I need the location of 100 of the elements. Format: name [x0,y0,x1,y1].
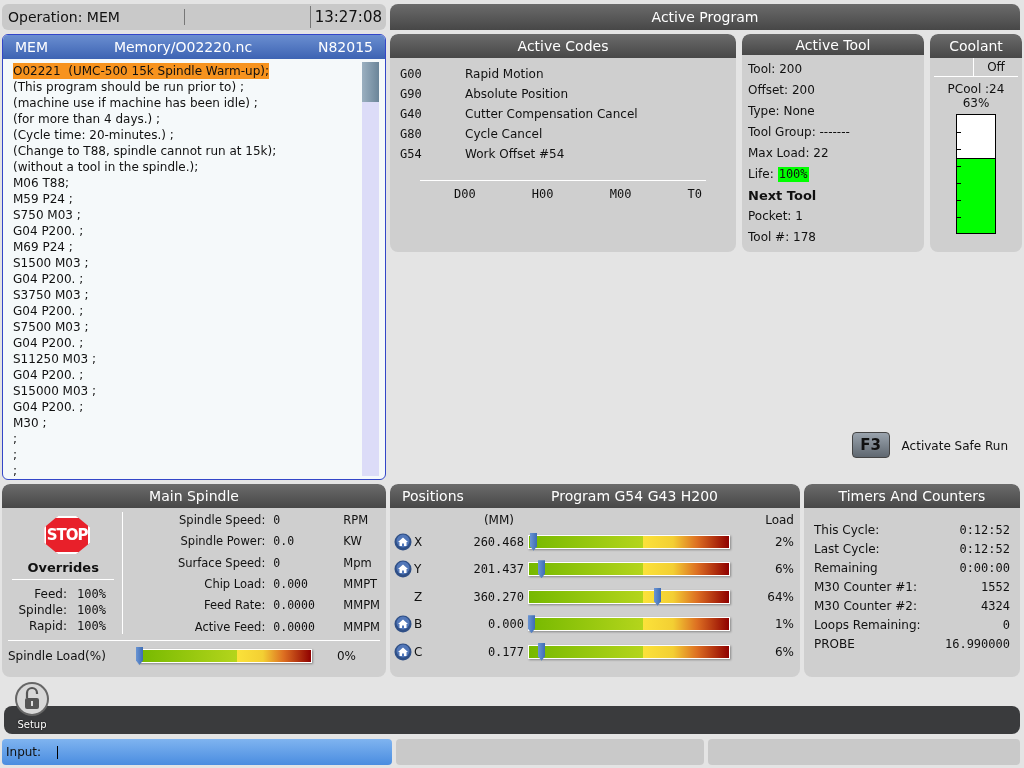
safe-run-label: Activate Safe Run [901,438,1008,456]
scrollbar[interactable] [362,62,379,477]
panel-title: Main Spindle [2,484,386,509]
program-line[interactable]: ; [13,431,18,447]
override-value: 100% [76,586,106,603]
spindle-load-label: Spindle Load(%) [8,649,107,664]
program-line[interactable]: (machine use if machine has been idle) ; [13,95,258,111]
reading-label: Feed Rate: [202,597,266,615]
code-description: Absolute Position [465,86,569,102]
program-line[interactable]: G04 P200. ; [13,271,84,287]
padlock-icon[interactable] [14,681,50,718]
reading-label: Spindle Power: [179,533,266,551]
panel-title: Active Codes [390,34,736,58]
axis-load: 6% [773,562,794,577]
home-icon[interactable] [394,615,412,634]
spindle-load-reading: 0% [336,649,357,664]
axis-label: Y [414,562,423,577]
g-code: G54 [400,146,423,162]
axis-label: B [414,617,424,632]
reading-value: 0.0000 [273,597,316,615]
timer-value: 0:12:52 [958,541,1010,558]
code-description: Work Offset #54 [465,146,566,162]
tool-info: Tool Group: ------- [748,124,851,141]
code-value: H00 [531,187,554,201]
reading-value: 0 [273,512,282,530]
program-line[interactable]: S15000 M03 ; [13,383,97,399]
code-value: T0 [687,187,702,201]
tool-info: Tool #: 178 [748,229,817,246]
home-icon[interactable] [394,532,412,551]
home-icon[interactable] [394,560,412,579]
reading-unit: KW [343,533,363,551]
line-number: N82015 [317,39,373,55]
timer-label: Remaining [814,560,879,577]
program-line[interactable]: G04 P200. ; [13,223,84,239]
timer-value: 16.990000 [944,636,1010,653]
timer-value: 0:00:00 [958,560,1010,577]
home-icon[interactable] [394,642,412,661]
program-line[interactable]: M06 T88; [13,175,70,191]
program-line[interactable]: (for more than 4 days.) ; [13,111,161,127]
program-line[interactable]: G04 P200. ; [13,335,84,351]
program-line[interactable]: M30 ; [13,415,47,431]
timer-value: 0:12:52 [958,522,1010,539]
program-line[interactable]: M69 P24 ; [13,239,73,255]
program-line[interactable]: S7500 M03 ; [13,319,89,335]
override-label: Feed: [33,586,67,603]
g-code: G80 [400,126,423,142]
units-label: (MM) [482,512,514,529]
tool-info: Offset: 200 [748,82,816,99]
timer-value: 1552 [980,579,1010,596]
timer-label: M30 Counter #1: [814,579,918,596]
axis-label: C [414,644,424,659]
override-value: 100% [76,618,106,635]
program-line[interactable]: ; [13,463,18,479]
program-line[interactable]: M59 P24 ; [13,191,73,207]
axis-position: 0.000 [486,617,524,632]
program-line[interactable]: S11250 M03 ; [13,351,97,367]
active-program-header: Active Program [390,4,1020,30]
reading-unit: MMPM [343,597,380,615]
overrides-title: Overrides [12,560,115,581]
stop-sign[interactable]: STOP [44,516,91,555]
code-description: Rapid Motion [465,66,545,82]
scrollbar-thumb[interactable] [362,62,379,102]
reading-label: Active Feed: [193,618,266,636]
program-line[interactable]: S3750 M03 ; [13,287,89,303]
axis-position: 260.468 [472,534,524,549]
program-line[interactable]: (Cycle time: 20-minutes.) ; [13,127,174,143]
program-line[interactable]: S750 M03 ; [13,207,81,223]
program-line[interactable]: G04 P200. ; [13,399,84,415]
reading-label: Chip Load: [203,576,266,594]
tool-info: Tool: 200 [748,61,804,78]
override-label: Rapid: [27,618,67,635]
axis-position: 0.177 [486,644,524,659]
coolant-state: Off [973,58,1018,76]
operation-mode: Operation: MEM [2,9,185,25]
tool-info: Type: None [748,103,816,120]
reading-value: 0.0000 [273,618,316,636]
tool-info: Max Load: 22 [748,145,830,162]
code-value: D00 [454,187,476,201]
program-line[interactable]: (Change to T88, spindle cannot run at 15k); [13,143,277,159]
input-field[interactable]: Input: [2,739,392,765]
coolant-position: PCool :24 [947,82,1005,96]
program-line[interactable]: (This program should be run prior to) ; [13,79,244,95]
timer-label: Last Cycle: [814,541,881,558]
axis-load: 6% [773,644,794,659]
program-line[interactable]: S1500 M03 ; [13,255,89,271]
code-value: M00 [609,187,632,201]
program-line[interactable]: ; [13,447,18,463]
program-offsets: Program G54 G43 H200 [551,488,718,505]
program-line[interactable]: G04 P200. ; [13,303,84,319]
setup-label[interactable]: Setup [17,719,47,731]
program-line[interactable]: (without a tool in the spindle.); [13,159,199,175]
g-code: G90 [400,86,423,102]
program-path: Memory/O02220.nc [113,39,253,55]
panel-title: Active Tool [742,34,924,55]
f3-key[interactable]: F3 [851,432,890,459]
reading-unit: RPM [343,512,370,530]
g-code: G00 [400,66,423,82]
program-line[interactable]: G04 P200. ; [13,367,84,383]
reading-unit: MMPM [343,618,380,636]
panel-title: Timers And Counters [804,484,1020,509]
